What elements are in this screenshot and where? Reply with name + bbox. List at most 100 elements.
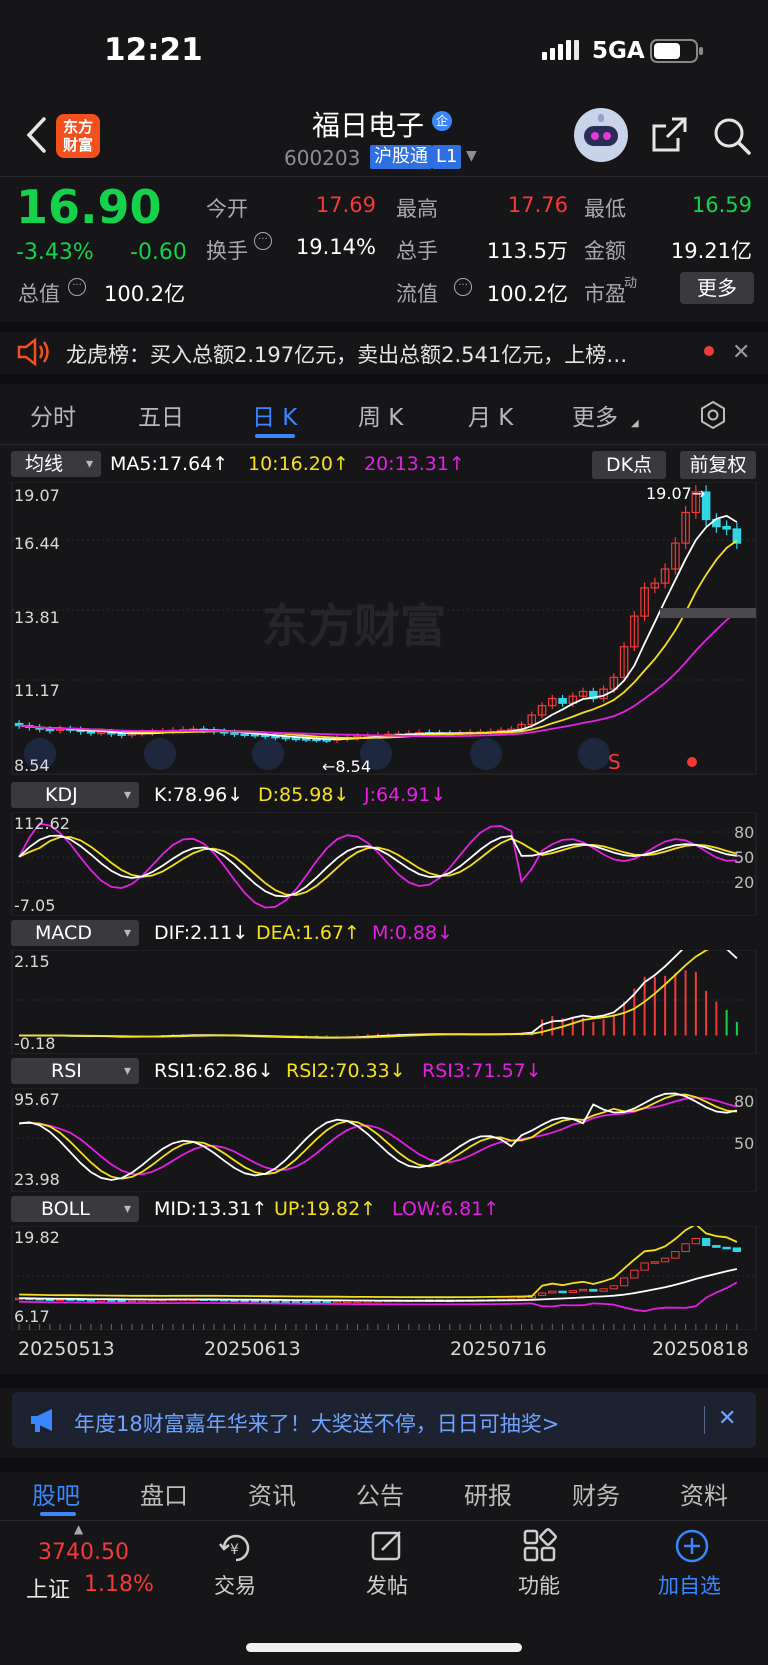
tab-5[interactable]: 更多 xyxy=(572,398,618,432)
enterprise-badge: 企 xyxy=(432,111,452,131)
add-watchlist-icon[interactable] xyxy=(674,1528,710,1564)
megaphone-icon xyxy=(28,1406,58,1434)
event-marker[interactable] xyxy=(470,738,502,770)
content-tab-4[interactable]: 研报 xyxy=(464,1476,512,1511)
content-tab-3[interactable]: 公告 xyxy=(356,1476,404,1511)
boll-candle xyxy=(712,1245,721,1248)
content-tab-indicator xyxy=(40,1512,76,1516)
macd-selector[interactable]: MACD xyxy=(11,920,139,946)
index-value[interactable]: 3740.50 xyxy=(38,1540,129,1565)
post-icon[interactable] xyxy=(370,1528,406,1564)
event-marker[interactable] xyxy=(578,738,610,770)
nav-post[interactable]: 发帖 xyxy=(366,1570,408,1600)
ma20-label: 20:13.31↑ xyxy=(364,453,465,475)
tab-3[interactable]: 周 K xyxy=(358,398,403,432)
more-button[interactable]: 更多 xyxy=(680,272,754,304)
macd-axis-top: 2.15 xyxy=(14,952,50,971)
kdj-selector[interactable]: KDJ xyxy=(11,782,139,808)
kdj-d: D:85.98↓ xyxy=(258,784,350,806)
rsi-selector[interactable]: RSI xyxy=(11,1058,139,1084)
content-tab-6[interactable]: 资料 xyxy=(680,1476,728,1511)
switch-chevron-icon[interactable]: ▼ xyxy=(466,148,477,164)
boll-candle xyxy=(578,1288,588,1292)
price-band xyxy=(660,608,756,618)
boll-candle xyxy=(722,1246,731,1250)
share-icon[interactable] xyxy=(650,116,688,154)
boll-up-line xyxy=(19,1226,738,1299)
boll-candle xyxy=(671,1251,680,1259)
boll-candle xyxy=(117,1299,126,1303)
close-ad-icon[interactable]: ✕ xyxy=(718,1406,736,1431)
dk-button[interactable]: DK点 xyxy=(592,451,666,479)
boll-candle xyxy=(558,1290,567,1294)
content-tab-1[interactable]: 盘口 xyxy=(140,1476,188,1511)
function-icon[interactable] xyxy=(522,1528,558,1564)
nav-trade[interactable]: 交易 xyxy=(214,1570,256,1600)
trade-icon[interactable]: ¥ xyxy=(216,1530,256,1566)
ad-text[interactable]: 年度18财富嘉年华来了！大奖送不停，日日可抽奖> xyxy=(74,1408,559,1438)
quote-label-sup: 动 xyxy=(624,276,638,291)
back-icon[interactable] xyxy=(24,116,48,154)
settings-icon[interactable] xyxy=(698,400,728,430)
index-name[interactable]: 上证 xyxy=(26,1572,70,1604)
boll-axis-top: 19.82 xyxy=(14,1228,60,1247)
sell-signal: S xyxy=(608,750,621,774)
macd-dea-line xyxy=(19,950,710,1039)
close-notice-icon[interactable]: ✕ xyxy=(732,340,750,365)
home-indicator[interactable] xyxy=(246,1643,522,1652)
label-total-value: 总值 xyxy=(18,282,60,306)
ma-selector[interactable]: 均线 xyxy=(11,451,101,477)
tab-4[interactable]: 月 K xyxy=(468,398,513,432)
notice-text[interactable]: 龙虎榜：买入总额2.197亿元，卖出总额2.541亿元，上榜… xyxy=(66,339,686,369)
kline-axis-label: 13.81 xyxy=(14,608,60,627)
quote-label: 流值 xyxy=(396,282,438,306)
event-marker[interactable] xyxy=(144,738,176,770)
nav-add-watchlist[interactable]: 加自选 xyxy=(658,1570,721,1600)
kline-axis-label: 19.07 xyxy=(14,486,60,505)
candle xyxy=(650,577,660,594)
adjust-button[interactable]: 前复权 xyxy=(680,451,756,479)
date-label: 20250716 xyxy=(450,1338,547,1360)
boll-candle xyxy=(650,1261,660,1264)
date-label: 20250613 xyxy=(204,1338,301,1360)
quote-value: 19.21亿 xyxy=(670,239,752,263)
kdj-level-50: 50 xyxy=(734,848,755,867)
content-tab-5[interactable]: 财务 xyxy=(572,1476,620,1511)
boll-candle xyxy=(343,1300,352,1304)
battery-icon xyxy=(650,38,706,64)
boll-candle xyxy=(630,1269,639,1279)
candle xyxy=(558,694,567,707)
index-percent[interactable]: 1.18% xyxy=(84,1572,154,1597)
info-icon[interactable]: ··· xyxy=(68,278,86,296)
content-tab-0[interactable]: 股吧 xyxy=(32,1476,80,1511)
boll-candle xyxy=(312,1301,321,1304)
boll-candle xyxy=(537,1292,547,1296)
rsi-level-80: 80 xyxy=(734,1092,755,1111)
rsi-chart[interactable] xyxy=(0,1088,768,1192)
macd-chart[interactable] xyxy=(0,950,768,1054)
more-tabs-arrow-icon: ◢ xyxy=(631,418,639,429)
watermark: 东方财富 xyxy=(262,599,446,653)
boll-selector[interactable]: BOLL xyxy=(11,1196,139,1222)
low-marker: ←8.54 xyxy=(322,757,372,776)
boll-candle xyxy=(281,1300,290,1304)
change-amount: -0.60 xyxy=(130,240,187,265)
date-label: 20250818 xyxy=(652,1338,749,1360)
content-tab-2[interactable]: 资讯 xyxy=(248,1476,296,1511)
search-icon[interactable] xyxy=(712,116,752,156)
event-marker[interactable] xyxy=(252,738,284,770)
tab-1[interactable]: 五日 xyxy=(138,398,184,432)
tab-2[interactable]: 日 K xyxy=(252,398,297,432)
kdj-chart[interactable] xyxy=(0,812,768,916)
rsi3-line xyxy=(19,1096,738,1176)
level-badge: L1 xyxy=(432,145,462,169)
stock-name: 福日电子 xyxy=(312,109,425,142)
nav-function[interactable]: 功能 xyxy=(518,1570,560,1600)
candle xyxy=(537,702,547,719)
info-icon[interactable]: ··· xyxy=(254,232,272,250)
robot-avatar-icon[interactable] xyxy=(574,108,628,162)
boll-candle xyxy=(691,1238,701,1245)
boll-chart[interactable] xyxy=(0,1226,768,1330)
info-icon[interactable]: ··· xyxy=(454,278,472,296)
tab-0[interactable]: 分时 xyxy=(30,398,76,432)
